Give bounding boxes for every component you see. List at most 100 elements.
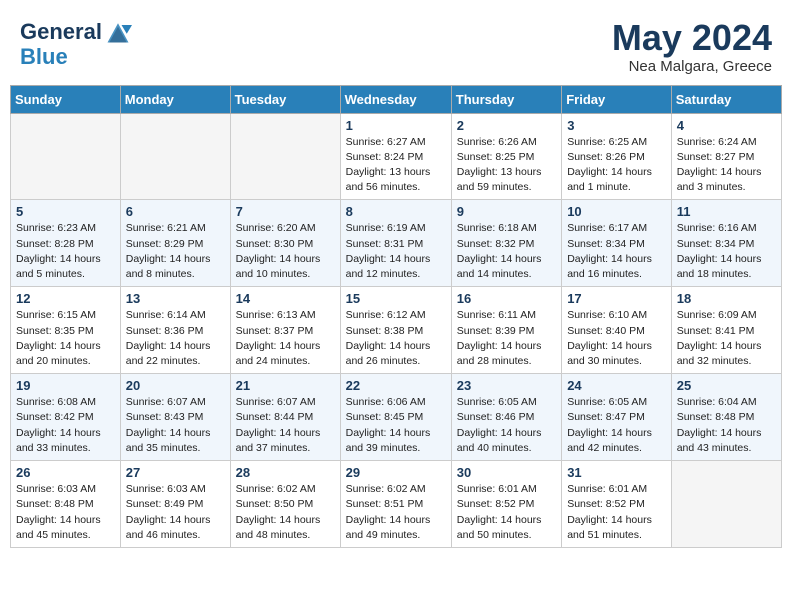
calendar-week-4: 19 Sunrise: 6:08 AMSunset: 8:42 PMDayligh… (11, 374, 782, 461)
calendar-table: SundayMondayTuesdayWednesdayThursdayFrid… (10, 85, 782, 548)
calendar-cell: 14Sunrise: 6:13 AMSunset: 8:37 PMDayligh… (230, 287, 340, 374)
day-info: Sunrise: 6:15 AMSunset: 8:35 PMDaylight:… (16, 308, 115, 369)
day-info: Sunrise: 6:07 AMSunset: 8:44 PMDaylight:… (236, 395, 335, 456)
logo: General Blue (20, 18, 132, 68)
day-number: 13 (126, 291, 225, 306)
calendar-cell (671, 461, 781, 548)
calendar-cell: 30 Sunrise: 6:01 AMSunset: 8:52 PMDayligh… (451, 461, 561, 548)
day-header-saturday: Saturday (671, 85, 781, 113)
calendar-cell: 19 Sunrise: 6:08 AMSunset: 8:42 PMDayligh… (11, 374, 121, 461)
day-header-thursday: Thursday (451, 85, 561, 113)
calendar-cell: 1 Sunrise: 6:27 AMSunset: 8:24 PMDaylight… (340, 113, 451, 200)
day-info: Sunrise: 6:06 AMSunset: 8:45 PMDaylight:… (346, 395, 446, 456)
logo-icon (104, 18, 132, 46)
calendar-cell: 16 Sunrise: 6:11 AMSunset: 8:39 PMDayligh… (451, 287, 561, 374)
calendar-cell: 23Sunrise: 6:05 AMSunset: 8:46 PMDayligh… (451, 374, 561, 461)
calendar-week-3: 12 Sunrise: 6:15 AMSunset: 8:35 PMDayligh… (11, 287, 782, 374)
calendar-cell: 5Sunrise: 6:23 AMSunset: 8:28 PMDaylight… (11, 200, 121, 287)
day-info: Sunrise: 6:12 AMSunset: 8:38 PMDaylight:… (346, 308, 446, 369)
calendar-cell: 27Sunrise: 6:03 AMSunset: 8:49 PMDayligh… (120, 461, 230, 548)
day-info: Sunrise: 6:04 AMSunset: 8:48 PMDaylight:… (677, 395, 776, 456)
calendar-cell: 24 Sunrise: 6:05 AMSunset: 8:47 PMDayligh… (562, 374, 672, 461)
day-info: Sunrise: 6:13 AMSunset: 8:37 PMDaylight:… (236, 308, 335, 369)
day-info: Sunrise: 6:21 AMSunset: 8:29 PMDaylight:… (126, 221, 225, 282)
day-header-friday: Friday (562, 85, 672, 113)
day-number: 28 (236, 465, 335, 480)
calendar-cell: 28 Sunrise: 6:02 AMSunset: 8:50 PMDayligh… (230, 461, 340, 548)
logo-blue-text: Blue (20, 46, 132, 68)
day-number: 4 (677, 118, 776, 133)
day-info: Sunrise: 6:03 AMSunset: 8:49 PMDaylight:… (126, 482, 225, 543)
day-number: 2 (457, 118, 556, 133)
day-number: 18 (677, 291, 776, 306)
day-info: Sunrise: 6:14 AMSunset: 8:36 PMDaylight:… (126, 308, 225, 369)
day-number: 9 (457, 204, 556, 219)
day-info: Sunrise: 6:16 AMSunset: 8:34 PMDaylight:… (677, 221, 776, 282)
calendar-cell: 12 Sunrise: 6:15 AMSunset: 8:35 PMDayligh… (11, 287, 121, 374)
day-header-sunday: Sunday (11, 85, 121, 113)
day-header-wednesday: Wednesday (340, 85, 451, 113)
calendar-cell: 25 Sunrise: 6:04 AMSunset: 8:48 PMDayligh… (671, 374, 781, 461)
day-info: Sunrise: 6:24 AMSunset: 8:27 PMDaylight:… (677, 135, 776, 196)
day-number: 31 (567, 465, 666, 480)
day-number: 20 (126, 378, 225, 393)
calendar-cell: 8 Sunrise: 6:19 AMSunset: 8:31 PMDaylight… (340, 200, 451, 287)
page-header: General Blue May 2024 Nea Malgara, Greec… (10, 10, 782, 79)
calendar-cell: 11Sunrise: 6:16 AMSunset: 8:34 PMDayligh… (671, 200, 781, 287)
day-info: Sunrise: 6:18 AMSunset: 8:32 PMDaylight:… (457, 221, 556, 282)
calendar-cell: 26 Sunrise: 6:03 AMSunset: 8:48 PMDayligh… (11, 461, 121, 548)
day-number: 12 (16, 291, 115, 306)
day-number: 8 (346, 204, 446, 219)
day-info: Sunrise: 6:01 AMSunset: 8:52 PMDaylight:… (457, 482, 556, 543)
day-number: 21 (236, 378, 335, 393)
day-number: 16 (457, 291, 556, 306)
calendar-cell: 31Sunrise: 6:01 AMSunset: 8:52 PMDayligh… (562, 461, 672, 548)
header-row: SundayMondayTuesdayWednesdayThursdayFrid… (11, 85, 782, 113)
day-info: Sunrise: 6:20 AMSunset: 8:30 PMDaylight:… (236, 221, 335, 282)
day-number: 17 (567, 291, 666, 306)
calendar-cell: 7Sunrise: 6:20 AMSunset: 8:30 PMDaylight… (230, 200, 340, 287)
month-title: May 2024 (612, 18, 772, 58)
calendar-cell: 4 Sunrise: 6:24 AMSunset: 8:27 PMDaylight… (671, 113, 781, 200)
calendar-cell: 29 Sunrise: 6:02 AMSunset: 8:51 PMDayligh… (340, 461, 451, 548)
day-info: Sunrise: 6:03 AMSunset: 8:48 PMDaylight:… (16, 482, 115, 543)
calendar-cell: 20Sunrise: 6:07 AMSunset: 8:43 PMDayligh… (120, 374, 230, 461)
day-number: 23 (457, 378, 556, 393)
day-number: 24 (567, 378, 666, 393)
day-info: Sunrise: 6:27 AMSunset: 8:24 PMDaylight:… (346, 135, 446, 196)
calendar-cell: 21 Sunrise: 6:07 AMSunset: 8:44 PMDayligh… (230, 374, 340, 461)
day-number: 15 (346, 291, 446, 306)
day-number: 30 (457, 465, 556, 480)
day-info: Sunrise: 6:11 AMSunset: 8:39 PMDaylight:… (457, 308, 556, 369)
day-info: Sunrise: 6:09 AMSunset: 8:41 PMDaylight:… (677, 308, 776, 369)
calendar-cell: 15 Sunrise: 6:12 AMSunset: 8:38 PMDayligh… (340, 287, 451, 374)
logo-text: General (20, 21, 102, 43)
day-number: 25 (677, 378, 776, 393)
day-number: 19 (16, 378, 115, 393)
day-header-tuesday: Tuesday (230, 85, 340, 113)
day-header-monday: Monday (120, 85, 230, 113)
calendar-week-5: 26 Sunrise: 6:03 AMSunset: 8:48 PMDayligh… (11, 461, 782, 548)
day-number: 26 (16, 465, 115, 480)
day-number: 1 (346, 118, 446, 133)
day-info: Sunrise: 6:05 AMSunset: 8:47 PMDaylight:… (567, 395, 666, 456)
day-info: Sunrise: 6:23 AMSunset: 8:28 PMDaylight:… (16, 221, 115, 282)
day-info: Sunrise: 6:10 AMSunset: 8:40 PMDaylight:… (567, 308, 666, 369)
day-number: 6 (126, 204, 225, 219)
calendar-week-1: 1 Sunrise: 6:27 AMSunset: 8:24 PMDaylight… (11, 113, 782, 200)
day-info: Sunrise: 6:26 AMSunset: 8:25 PMDaylight:… (457, 135, 556, 196)
day-info: Sunrise: 6:19 AMSunset: 8:31 PMDaylight:… (346, 221, 446, 282)
title-block: May 2024 Nea Malgara, Greece (612, 18, 772, 75)
day-info: Sunrise: 6:17 AMSunset: 8:34 PMDaylight:… (567, 221, 666, 282)
calendar-week-2: 5Sunrise: 6:23 AMSunset: 8:28 PMDaylight… (11, 200, 782, 287)
day-info: Sunrise: 6:08 AMSunset: 8:42 PMDaylight:… (16, 395, 115, 456)
calendar-cell: 18 Sunrise: 6:09 AMSunset: 8:41 PMDayligh… (671, 287, 781, 374)
day-info: Sunrise: 6:02 AMSunset: 8:50 PMDaylight:… (236, 482, 335, 543)
day-info: Sunrise: 6:02 AMSunset: 8:51 PMDaylight:… (346, 482, 446, 543)
day-number: 3 (567, 118, 666, 133)
day-info: Sunrise: 6:25 AMSunset: 8:26 PMDaylight:… (567, 135, 666, 196)
calendar-cell (230, 113, 340, 200)
day-number: 10 (567, 204, 666, 219)
calendar-cell: 22Sunrise: 6:06 AMSunset: 8:45 PMDayligh… (340, 374, 451, 461)
day-number: 29 (346, 465, 446, 480)
